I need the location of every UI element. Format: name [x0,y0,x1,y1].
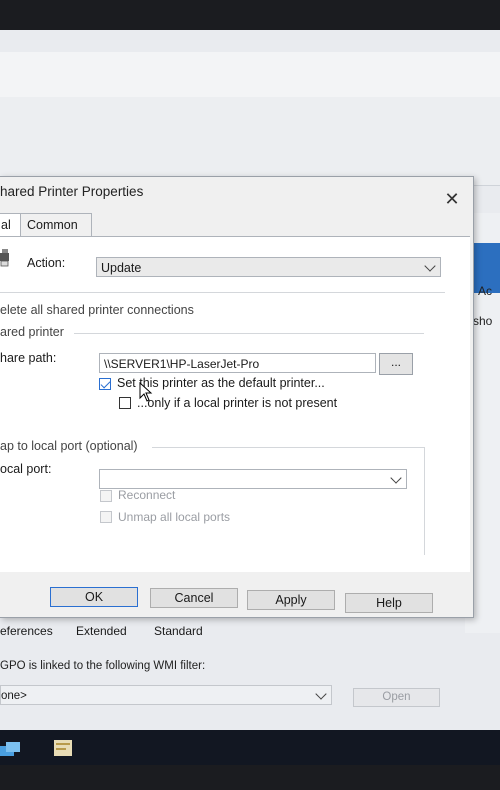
tab-standard[interactable]: Standard [154,622,203,640]
dialog-title: hared Printer Properties [0,184,144,199]
map-local-port-group-label: ap to local port (optional) [0,439,138,453]
chevron-down-icon [315,688,327,700]
wmi-filter-label: GPO is linked to the following WMI filte… [0,660,206,672]
background-label-ac: Ac [478,284,493,298]
group-policy-icon[interactable] [52,738,74,758]
taskbar [0,730,500,765]
wmi-filter-select[interactable]: one> [0,685,332,705]
tab-preferences[interactable]: eferences [0,622,53,640]
server-manager-icon[interactable] [0,738,22,758]
background-window-band [0,97,500,186]
unmap-all-checkbox[interactable] [100,511,112,523]
unmap-all-label: Unmap all local ports [118,510,231,524]
chevron-down-icon [390,472,402,484]
delete-all-option[interactable]: elete all shared printer connections [0,303,194,317]
printer-icon [0,249,9,267]
tab-extended[interactable]: Extended [76,622,127,640]
chevron-down-icon [424,260,436,272]
reconnect-label: Reconnect [118,488,176,502]
action-label: Action: [27,256,66,270]
cancel-button[interactable]: Cancel [150,588,238,608]
tab-common[interactable]: Common [20,213,92,237]
group-divider [74,333,424,334]
only-local-label[interactable]: ...only if a local printer is not presen… [137,396,337,410]
shared-printer-group-label: ared printer [0,325,64,339]
apply-button[interactable]: Apply [247,590,335,610]
wmi-filter-value: one> [1,690,27,702]
background-window-band [0,52,500,98]
action-value: Update [101,261,142,275]
set-default-checkbox[interactable] [99,378,111,390]
local-port-select[interactable] [99,469,407,489]
ok-button[interactable]: OK [50,587,138,607]
only-local-checkbox[interactable] [119,397,131,409]
shared-printer-properties-dialog: hared Printer Properties ✕ al Common Act… [0,176,474,618]
close-button[interactable]: ✕ [442,189,462,209]
group-border [424,447,425,555]
share-path-label: hare path: [0,351,57,365]
mouse-cursor-icon [139,382,153,402]
share-path-input[interactable]: \\SERVER1\HP-LaserJet-Pro [99,353,376,373]
local-port-label: ocal port: [0,462,52,476]
help-button[interactable]: Help [345,593,433,613]
action-select[interactable]: Update [96,257,441,277]
open-button[interactable]: Open [353,688,440,707]
group-divider [152,447,424,448]
browse-button[interactable]: ... [379,353,413,375]
tab-panel: Action: Update elete all shared printer … [0,236,470,572]
reconnect-checkbox[interactable] [100,490,112,502]
divider [0,292,445,293]
close-icon: ✕ [444,189,460,209]
gpo-tab-strip: eferences Extended Standard [0,622,500,642]
